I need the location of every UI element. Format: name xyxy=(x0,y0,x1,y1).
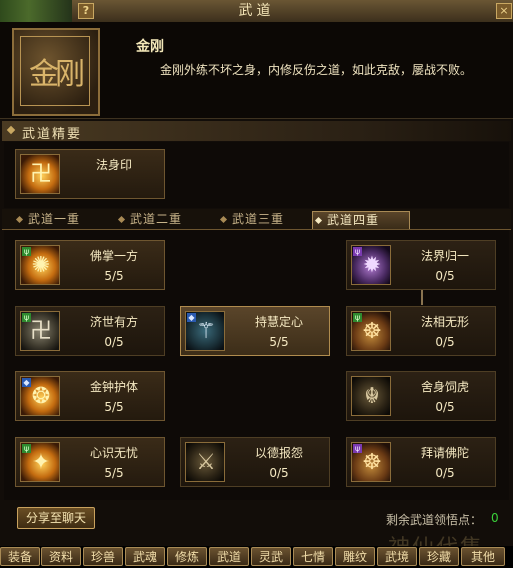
menu-engraving[interactable]: 雕纹 xyxy=(335,547,375,566)
tier-badge-icon: ψ xyxy=(22,247,31,256)
skill-card[interactable]: ☸ ψ 拜请佛陀 0/5 xyxy=(346,437,496,487)
emblem-text: 金刚 xyxy=(20,36,90,106)
menu-seven-emotions[interactable]: 七情 xyxy=(293,547,333,566)
skill-name: 法相无形 xyxy=(420,315,469,329)
diamond-icon xyxy=(15,215,24,224)
skill-card[interactable]: ☸ ψ 法相无形 0/5 xyxy=(346,306,496,356)
tier-badge-icon: ψ xyxy=(353,247,362,256)
palm-skill-icon: ✺ ψ xyxy=(20,245,60,285)
menu-pets[interactable]: 珍兽 xyxy=(83,547,123,566)
dharma-form-skill-icon: ☸ ψ xyxy=(351,311,391,351)
tier-tabs: 武道一重 武道二重 武道三重 武道四重 xyxy=(2,209,511,230)
tree-connector-line xyxy=(421,290,423,305)
tab-label: 武道一重 xyxy=(28,212,81,226)
close-button[interactable]: × xyxy=(496,3,512,19)
skill-level: 5/5 xyxy=(269,335,289,349)
skill-level: 5/5 xyxy=(104,466,124,480)
menu-profile[interactable]: 资料 xyxy=(41,547,81,566)
skill-name: 以德报怨 xyxy=(254,446,303,460)
skill-card-selected[interactable]: ⚚ ◆ 持慧定心 5/5 xyxy=(180,306,330,356)
school-header: 金刚 金刚 金刚外练不坏之身，内修反伤之道，如此克敌，屡战不败。 xyxy=(0,22,513,119)
menu-martial-way[interactable]: 武道 xyxy=(209,547,249,566)
blade-skill-icon: ⚔ xyxy=(185,442,225,482)
golden-bell-skill-icon: ❂ ◆ xyxy=(20,376,60,416)
school-description: 金刚外练不坏之身，内修反伤之道，如此克敌，屡战不败。 xyxy=(160,63,473,77)
skill-card[interactable]: ✹ ψ 法界归一 0/5 xyxy=(346,240,496,290)
tab-tier-4[interactable]: 武道四重 xyxy=(312,211,410,229)
essence-skill-card[interactable]: 卍 法身印 xyxy=(15,149,165,199)
tab-label: 武道二重 xyxy=(130,212,183,226)
skill-card[interactable]: ❂ ◆ 金钟护体 5/5 xyxy=(15,371,165,421)
help-button[interactable]: ? xyxy=(78,3,94,19)
remaining-points-label: 剩余武道领悟点： xyxy=(386,513,483,527)
menu-equipment[interactable]: 装备 xyxy=(0,547,40,566)
section-title: 武道精要 xyxy=(22,127,83,142)
skill-name: 法界归一 xyxy=(420,249,469,263)
buddha-skill-icon: ☸ ψ xyxy=(351,442,391,482)
menu-other[interactable]: 其他 xyxy=(461,547,505,566)
tier-badge-icon: ψ xyxy=(22,444,31,453)
diamond-icon xyxy=(314,216,323,225)
fashenyin-skill-icon: 卍 xyxy=(20,154,60,194)
school-name: 金刚 xyxy=(136,39,164,55)
skill-name: 佛掌一方 xyxy=(89,249,138,263)
remaining-points-value: 0 xyxy=(491,511,499,525)
menu-collection[interactable]: 珍藏 xyxy=(419,547,459,566)
skill-card[interactable]: ✦ ψ 心识无忧 5/5 xyxy=(15,437,165,487)
diamond-icon xyxy=(6,125,16,135)
tab-label: 武道三重 xyxy=(232,212,285,226)
tab-label: 武道四重 xyxy=(327,213,380,227)
dharma-realm-skill-icon: ✹ ψ xyxy=(351,245,391,285)
martial-way-window: ? 武道 × 金刚 金刚 金刚外练不坏之身，内修反伤之道，如此克敌，屡战不败。 … xyxy=(0,0,513,568)
skill-level: 0/5 xyxy=(435,466,455,480)
skill-name: 拜请佛陀 xyxy=(420,446,469,460)
menu-spirit-weapon[interactable]: 灵武 xyxy=(251,547,291,566)
diamond-icon xyxy=(117,215,126,224)
menu-martial-realm[interactable]: 武境 xyxy=(377,547,417,566)
tier-badge-icon: ψ xyxy=(22,313,31,322)
skill-card[interactable]: ⚔ 以德报怨 0/5 xyxy=(180,437,330,487)
tier-badge-icon: ψ xyxy=(353,313,362,322)
menu-cultivation[interactable]: 修炼 xyxy=(167,547,207,566)
skill-name: 金钟护体 xyxy=(89,380,138,394)
skill-name: 法身印 xyxy=(95,158,132,172)
menu-martial-soul[interactable]: 武魂 xyxy=(125,547,165,566)
tab-tier-3[interactable]: 武道三重 xyxy=(218,211,318,228)
skill-name: 心识无忧 xyxy=(89,446,138,460)
skill-level: 0/5 xyxy=(435,335,455,349)
skill-card[interactable]: 卍ψ 济世有方 0/5 xyxy=(15,306,165,356)
skill-level: 0/5 xyxy=(435,269,455,283)
bottom-menu: 装备 资料 珍兽 武魂 修炼 武道 灵武 七情 雕纹 武境 珍藏 其他 xyxy=(0,546,513,568)
corner-decoration xyxy=(0,0,72,22)
swastika-skill-icon: 卍ψ xyxy=(20,311,60,351)
skill-name: 舍身饲虎 xyxy=(420,380,469,394)
tiger-sacrifice-skill-icon: ☬ xyxy=(351,376,391,416)
essence-section-header: 武道精要 xyxy=(2,121,511,142)
essence-panel: 卍 法身印 xyxy=(4,142,509,208)
skill-level: 5/5 xyxy=(104,400,124,414)
tier-badge-icon: ◆ xyxy=(187,313,196,322)
tier-badge-icon: ◆ xyxy=(22,378,31,387)
staff-skill-icon: ⚚ ◆ xyxy=(185,311,225,351)
skill-level: 0/5 xyxy=(435,400,455,414)
skill-level: 5/5 xyxy=(104,269,124,283)
skill-level: 0/5 xyxy=(269,466,289,480)
tab-tier-1[interactable]: 武道一重 xyxy=(14,211,114,228)
skill-card[interactable]: ✺ ψ 佛掌一方 5/5 xyxy=(15,240,165,290)
window-title: 武道 xyxy=(238,3,275,19)
tier-badge-icon: ψ xyxy=(353,444,362,453)
skill-card[interactable]: ☬ 舍身饲虎 0/5 xyxy=(346,371,496,421)
title-bar[interactable]: ? 武道 × xyxy=(0,0,513,23)
tab-tier-2[interactable]: 武道二重 xyxy=(116,211,216,228)
mind-skill-icon: ✦ ψ xyxy=(20,442,60,482)
skill-level: 0/5 xyxy=(104,335,124,349)
school-emblem-icon: 金刚 xyxy=(12,28,100,116)
skill-name: 持慧定心 xyxy=(254,315,303,329)
skill-name: 济世有方 xyxy=(89,315,138,329)
share-to-chat-button[interactable]: 分享至聊天 xyxy=(17,507,95,529)
diamond-icon xyxy=(219,215,228,224)
